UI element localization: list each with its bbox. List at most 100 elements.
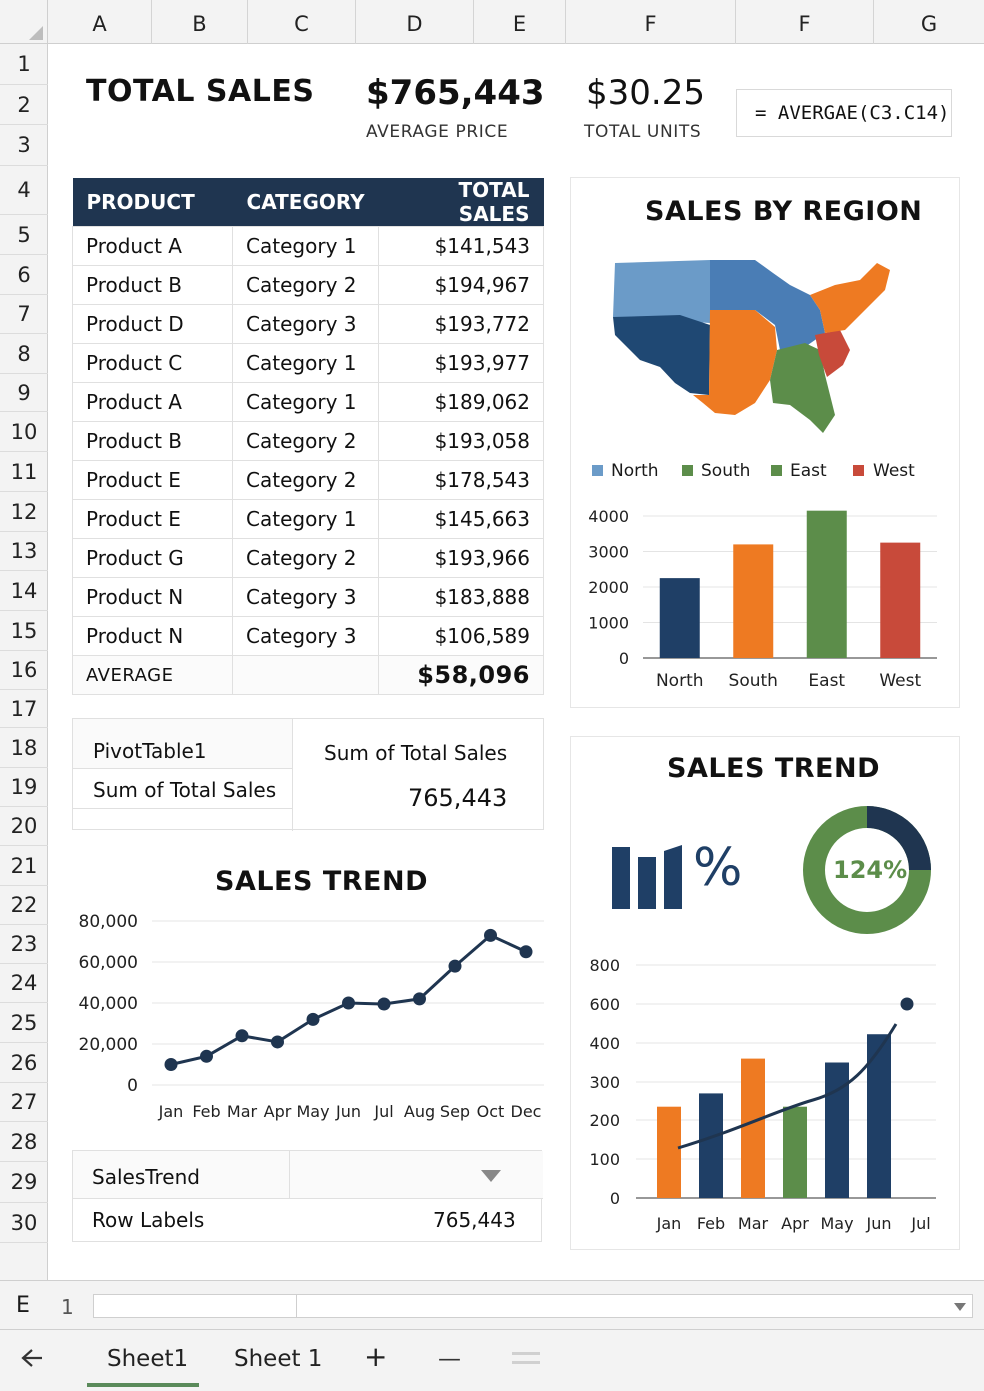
cell-product[interactable]: Product N (71, 577, 234, 617)
remove-sheet-button[interactable]: — (438, 1346, 461, 1372)
cell-category[interactable]: Category 3 (232, 616, 380, 656)
formula-expand-icon[interactable] (954, 1303, 966, 1311)
formula-cell[interactable]: = AVERGAE(C3.C14) (736, 89, 952, 137)
name-box[interactable]: E (16, 1293, 30, 1318)
cell-total-sales[interactable]: $178,543 (378, 460, 544, 500)
cell-total-sales[interactable]: $189,062 (378, 382, 544, 422)
cell-category[interactable]: Category 2 (232, 460, 380, 500)
row-header-8[interactable]: 8 (0, 334, 48, 374)
row-header-20[interactable]: 20 (0, 807, 48, 846)
column-header-g[interactable]: G (874, 0, 984, 44)
cell-category[interactable]: Category 2 (232, 421, 380, 461)
row-header-3[interactable]: 3 (0, 125, 48, 166)
header-category[interactable]: CATEGORY (232, 178, 379, 227)
row-header-26[interactable]: 26 (0, 1043, 48, 1083)
cell-product[interactable]: Product A (71, 382, 234, 422)
row-header-14[interactable]: 14 (0, 571, 48, 611)
formula-input[interactable] (93, 1294, 973, 1318)
row-header-28[interactable]: 28 (0, 1122, 48, 1162)
row-header-30[interactable]: 30 (0, 1203, 48, 1243)
menu-icon[interactable] (512, 1352, 540, 1355)
back-arrow-icon[interactable] (20, 1348, 44, 1368)
cell-product[interactable]: Product D (71, 304, 234, 344)
row-header-18[interactable]: 18 (0, 728, 48, 768)
pivot-table-name[interactable]: PivotTable1 (93, 739, 207, 763)
row-header-23[interactable]: 23 (0, 925, 48, 964)
cell-total-sales[interactable]: $106,589 (378, 616, 544, 656)
cell-category[interactable]: Category 1 (232, 226, 380, 266)
column-header-c[interactable]: C (248, 0, 356, 44)
column-header-f2[interactable]: F (736, 0, 874, 44)
row-header-22[interactable]: 22 (0, 886, 48, 925)
column-header-b[interactable]: B (152, 0, 248, 44)
row-header-15[interactable]: 15 (0, 611, 48, 651)
us-region-map[interactable] (605, 255, 900, 440)
cell-total-sales[interactable]: $193,977 (378, 343, 544, 383)
row-header-10[interactable]: 10 (0, 412, 48, 452)
column-header-f[interactable]: F (566, 0, 736, 44)
header-product[interactable]: PRODUCT (72, 178, 233, 227)
row-header-19[interactable]: 19 (0, 768, 48, 807)
row-header-4[interactable]: 4 (0, 166, 48, 215)
header-total-sales[interactable]: TOTAL SALES (378, 178, 544, 227)
cell-category[interactable]: Category 3 (232, 577, 380, 617)
pivot-value: 765,443 (408, 784, 508, 812)
row-header-16[interactable]: 16 (0, 651, 48, 690)
cell-product[interactable]: Product E (71, 460, 234, 500)
row-header-27[interactable]: 27 (0, 1083, 48, 1122)
footer-empty[interactable] (232, 655, 380, 695)
cell-total-sales[interactable]: $183,888 (378, 577, 544, 617)
cell-category[interactable]: Category 3 (232, 304, 380, 344)
row-labels[interactable]: Row Labels (92, 1208, 204, 1232)
x-tick-label: South (729, 671, 778, 691)
cell-total-sales[interactable]: $193,966 (378, 538, 544, 578)
sales-trend-line-chart: 0 20,000 40,000 60,000 80,000 Jan Feb Mar Apr May… (79, 912, 544, 1121)
row-header-9[interactable]: 9 (0, 374, 48, 412)
row-header-24[interactable]: 24 (0, 964, 48, 1003)
row-header-21[interactable]: 21 (0, 846, 48, 886)
column-header-e[interactable]: E (474, 0, 566, 44)
x-tick-label: Aug (404, 1102, 435, 1121)
row-header-25[interactable]: 25 (0, 1003, 48, 1043)
x-tick-label: Jan (158, 1102, 184, 1121)
y-tick-label: 80,000 (79, 912, 138, 932)
tab-sheet1[interactable]: Sheet1 (107, 1346, 188, 1372)
cell-product[interactable]: Product A (71, 226, 234, 266)
cell-product[interactable]: Product B (71, 421, 234, 461)
cell-category[interactable]: Category 2 (232, 538, 380, 578)
cell-total-sales[interactable]: $141,543 (378, 226, 544, 266)
row-header-11[interactable]: 11 (0, 452, 48, 492)
cell-category[interactable]: Category 1 (232, 343, 380, 383)
cell-total-sales[interactable]: $194,967 (378, 265, 544, 305)
cell-product[interactable]: Product G (71, 538, 234, 578)
cell-category[interactable]: Category 1 (232, 499, 380, 539)
cell-total-sales[interactable]: $145,663 (378, 499, 544, 539)
column-header-a[interactable]: A (48, 0, 152, 44)
cell-category[interactable]: Category 2 (232, 265, 380, 305)
pivot-header[interactable]: Sum of Total Sales (324, 741, 507, 765)
row-header-13[interactable]: 13 (0, 532, 48, 571)
row-header-7[interactable]: 7 (0, 295, 48, 334)
sales-trend-table-name[interactable]: SalesTrend (92, 1165, 200, 1189)
tab-sheet-1[interactable]: Sheet 1 (234, 1346, 322, 1372)
cell-product[interactable]: Product B (71, 265, 234, 305)
cell-category[interactable]: Category 1 (232, 382, 380, 422)
row-header-29[interactable]: 29 (0, 1162, 48, 1203)
filter-dropdown-icon[interactable] (481, 1170, 501, 1182)
row-header-17[interactable]: 17 (0, 690, 48, 728)
row-header-1[interactable]: 1 (0, 44, 48, 85)
cell-product[interactable]: Product E (71, 499, 234, 539)
row-header-12[interactable]: 12 (0, 492, 48, 532)
pivot-row-label[interactable]: Sum of Total Sales (93, 778, 276, 802)
cell-total-sales[interactable]: $193,058 (378, 421, 544, 461)
column-header-d[interactable]: D (356, 0, 474, 44)
cell-product[interactable]: Product C (71, 343, 234, 383)
add-sheet-button[interactable]: + (364, 1340, 387, 1373)
bar-west (880, 542, 921, 658)
cell-product[interactable]: Product N (71, 616, 234, 656)
select-all-corner[interactable] (0, 0, 48, 44)
row-header-2[interactable]: 2 (0, 85, 48, 125)
row-header-6[interactable]: 6 (0, 255, 48, 295)
cell-total-sales[interactable]: $193,772 (378, 304, 544, 344)
row-header-5[interactable]: 5 (0, 215, 48, 255)
